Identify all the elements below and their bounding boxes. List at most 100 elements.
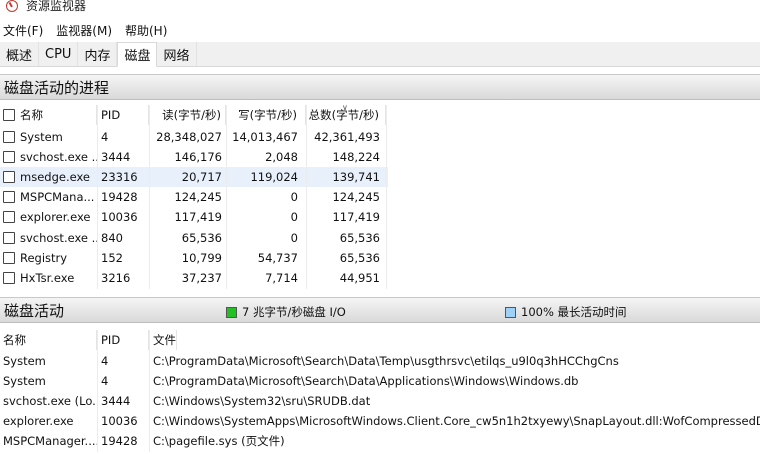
process-read: 117,419 bbox=[174, 210, 222, 224]
process-read: 65,536 bbox=[181, 231, 222, 245]
row-checkbox[interactable] bbox=[3, 151, 15, 163]
activity-name: System bbox=[3, 354, 46, 368]
table-row[interactable]: HxTsr.exe 3216 37,237 7,714 44,951 bbox=[0, 268, 386, 288]
column-divider bbox=[149, 105, 150, 289]
list-item[interactable]: System 4 C:\ProgramData\Microsoft\Search… bbox=[0, 351, 619, 371]
table-row[interactable]: explorer.exe 10036 117,419 0 117,419 bbox=[0, 207, 386, 227]
table-row[interactable]: System 4 28,348,027 14,013,467 42,361,49… bbox=[0, 127, 386, 147]
process-write: 0 bbox=[290, 190, 298, 204]
column-divider bbox=[97, 330, 98, 452]
row-checkbox[interactable] bbox=[3, 211, 15, 223]
column-divider bbox=[226, 105, 227, 289]
process-read: 146,176 bbox=[174, 150, 222, 164]
tab-memory[interactable]: 内存 bbox=[78, 42, 118, 66]
menu-help[interactable]: 帮助(H) bbox=[122, 22, 173, 39]
process-read: 37,237 bbox=[181, 271, 222, 285]
sort-descending-icon: ∨ bbox=[342, 105, 348, 112]
row-checkbox[interactable] bbox=[3, 191, 15, 203]
activity-pid: 3444 bbox=[101, 394, 131, 408]
table-row[interactable]: MSPCMana... 19428 124,245 0 124,245 bbox=[0, 187, 386, 207]
process-total: 65,536 bbox=[339, 231, 380, 245]
process-name: svchost.exe ... bbox=[20, 231, 97, 245]
process-write: 2,048 bbox=[265, 150, 298, 164]
io-legend: 7 兆字节/秒磁盘 I/O bbox=[226, 304, 346, 320]
activity-file: C:\Windows\System32\sru\SRUDB.dat bbox=[153, 394, 371, 408]
process-total: 117,419 bbox=[332, 210, 380, 224]
row-checkbox[interactable] bbox=[3, 252, 15, 264]
process-pid: 3216 bbox=[101, 271, 131, 285]
tab-bar: 概述 CPU 内存 磁盘 网络 bbox=[0, 42, 760, 67]
process-read: 124,245 bbox=[174, 190, 222, 204]
column-divider bbox=[386, 105, 387, 289]
process-total: 44,951 bbox=[339, 271, 380, 285]
process-read: 20,717 bbox=[181, 170, 222, 184]
window-title: 资源监视器 bbox=[26, 0, 87, 13]
activity-file: C:\ProgramData\Microsoft\Search\Data\App… bbox=[153, 374, 579, 388]
menu-file[interactable]: 文件(F) bbox=[0, 22, 49, 39]
list-item[interactable]: System 4 C:\ProgramData\Microsoft\Search… bbox=[0, 371, 578, 391]
active-time-legend: 100% 最长活动时间 bbox=[505, 304, 627, 320]
process-name: msedge.exe bbox=[20, 170, 90, 184]
disk-activity-title: 磁盘活动 bbox=[4, 301, 65, 320]
menu-monitor[interactable]: 监视器(M) bbox=[53, 22, 118, 39]
tab-cpu[interactable]: CPU bbox=[39, 42, 79, 66]
table-row[interactable]: svchost.exe ... 840 65,536 0 65,536 bbox=[0, 228, 386, 248]
activity-name: explorer.exe bbox=[3, 414, 74, 428]
column-total[interactable]: ∨ 总数(字节/秒) bbox=[306, 105, 386, 125]
activity-name: System bbox=[3, 374, 46, 388]
column-read[interactable]: 读(字节/秒) bbox=[149, 105, 226, 125]
process-pid: 4 bbox=[101, 130, 109, 144]
process-name: System bbox=[20, 130, 63, 144]
process-pid: 840 bbox=[101, 231, 123, 245]
row-checkbox[interactable] bbox=[3, 272, 15, 284]
disk-activity-column-header: 名称 PID 文件 bbox=[0, 330, 177, 350]
io-swatch bbox=[226, 306, 237, 318]
column-name[interactable]: 名称 bbox=[0, 105, 97, 125]
tab-network[interactable]: 网络 bbox=[157, 42, 197, 66]
column-file[interactable]: 文件 bbox=[149, 330, 177, 350]
process-pid: 10036 bbox=[101, 210, 138, 224]
process-name: svchost.exe ... bbox=[20, 150, 97, 164]
tab-overview[interactable]: 概述 bbox=[0, 42, 40, 66]
disk-processes-header[interactable]: 磁盘活动的进程 bbox=[0, 74, 760, 100]
process-total: 124,245 bbox=[332, 190, 380, 204]
activity-pid: 4 bbox=[101, 354, 109, 368]
table-row[interactable]: Registry 152 10,799 54,737 65,536 bbox=[0, 248, 386, 268]
process-write: 119,024 bbox=[250, 170, 298, 184]
select-all-checkbox[interactable] bbox=[3, 109, 15, 121]
process-write: 54,737 bbox=[257, 251, 298, 265]
process-read: 10,799 bbox=[181, 251, 222, 265]
column-divider bbox=[149, 330, 150, 452]
process-total: 139,741 bbox=[332, 170, 380, 184]
table-row-selected[interactable]: msedge.exe 23316 20,717 119,024 139,741 bbox=[0, 167, 388, 187]
process-total: 148,224 bbox=[332, 150, 380, 164]
column-write[interactable]: 写(字节/秒) bbox=[226, 105, 306, 125]
activity-pid: 10036 bbox=[101, 414, 138, 428]
process-write: 7,714 bbox=[265, 271, 298, 285]
activity-name: MSPCManager.... bbox=[3, 434, 97, 448]
process-write: 0 bbox=[290, 210, 298, 224]
title-bar: 资源监视器 bbox=[0, 0, 760, 20]
process-pid: 19428 bbox=[101, 190, 138, 204]
list-item[interactable]: explorer.exe 10036 C:\Windows\SystemApps… bbox=[0, 411, 760, 431]
list-item[interactable]: MSPCManager.... 19428 C:\pagefile.sys (页… bbox=[0, 431, 285, 451]
process-pid: 23316 bbox=[101, 170, 138, 184]
activity-name: svchost.exe (Lo... bbox=[3, 394, 97, 408]
process-pid: 152 bbox=[101, 251, 123, 265]
column-name[interactable]: 名称 bbox=[0, 330, 97, 350]
disk-activity-header[interactable]: 磁盘活动 bbox=[0, 297, 760, 323]
table-row[interactable]: svchost.exe ... 3444 146,176 2,048 148,2… bbox=[0, 147, 386, 167]
row-checkbox[interactable] bbox=[3, 232, 15, 244]
process-pid: 3444 bbox=[101, 150, 131, 164]
tab-disk[interactable]: 磁盘 bbox=[117, 42, 158, 67]
process-name: Registry bbox=[20, 251, 68, 265]
activity-pid: 19428 bbox=[101, 434, 138, 448]
column-divider bbox=[306, 105, 307, 289]
column-pid[interactable]: PID bbox=[97, 330, 149, 350]
list-item[interactable]: svchost.exe (Lo... 3444 C:\Windows\Syste… bbox=[0, 391, 370, 411]
process-total: 65,536 bbox=[339, 251, 380, 265]
row-checkbox[interactable] bbox=[3, 171, 15, 183]
row-checkbox[interactable] bbox=[3, 131, 15, 143]
column-pid[interactable]: PID bbox=[97, 105, 149, 125]
activity-file: C:\ProgramData\Microsoft\Search\Data\Tem… bbox=[153, 354, 619, 368]
